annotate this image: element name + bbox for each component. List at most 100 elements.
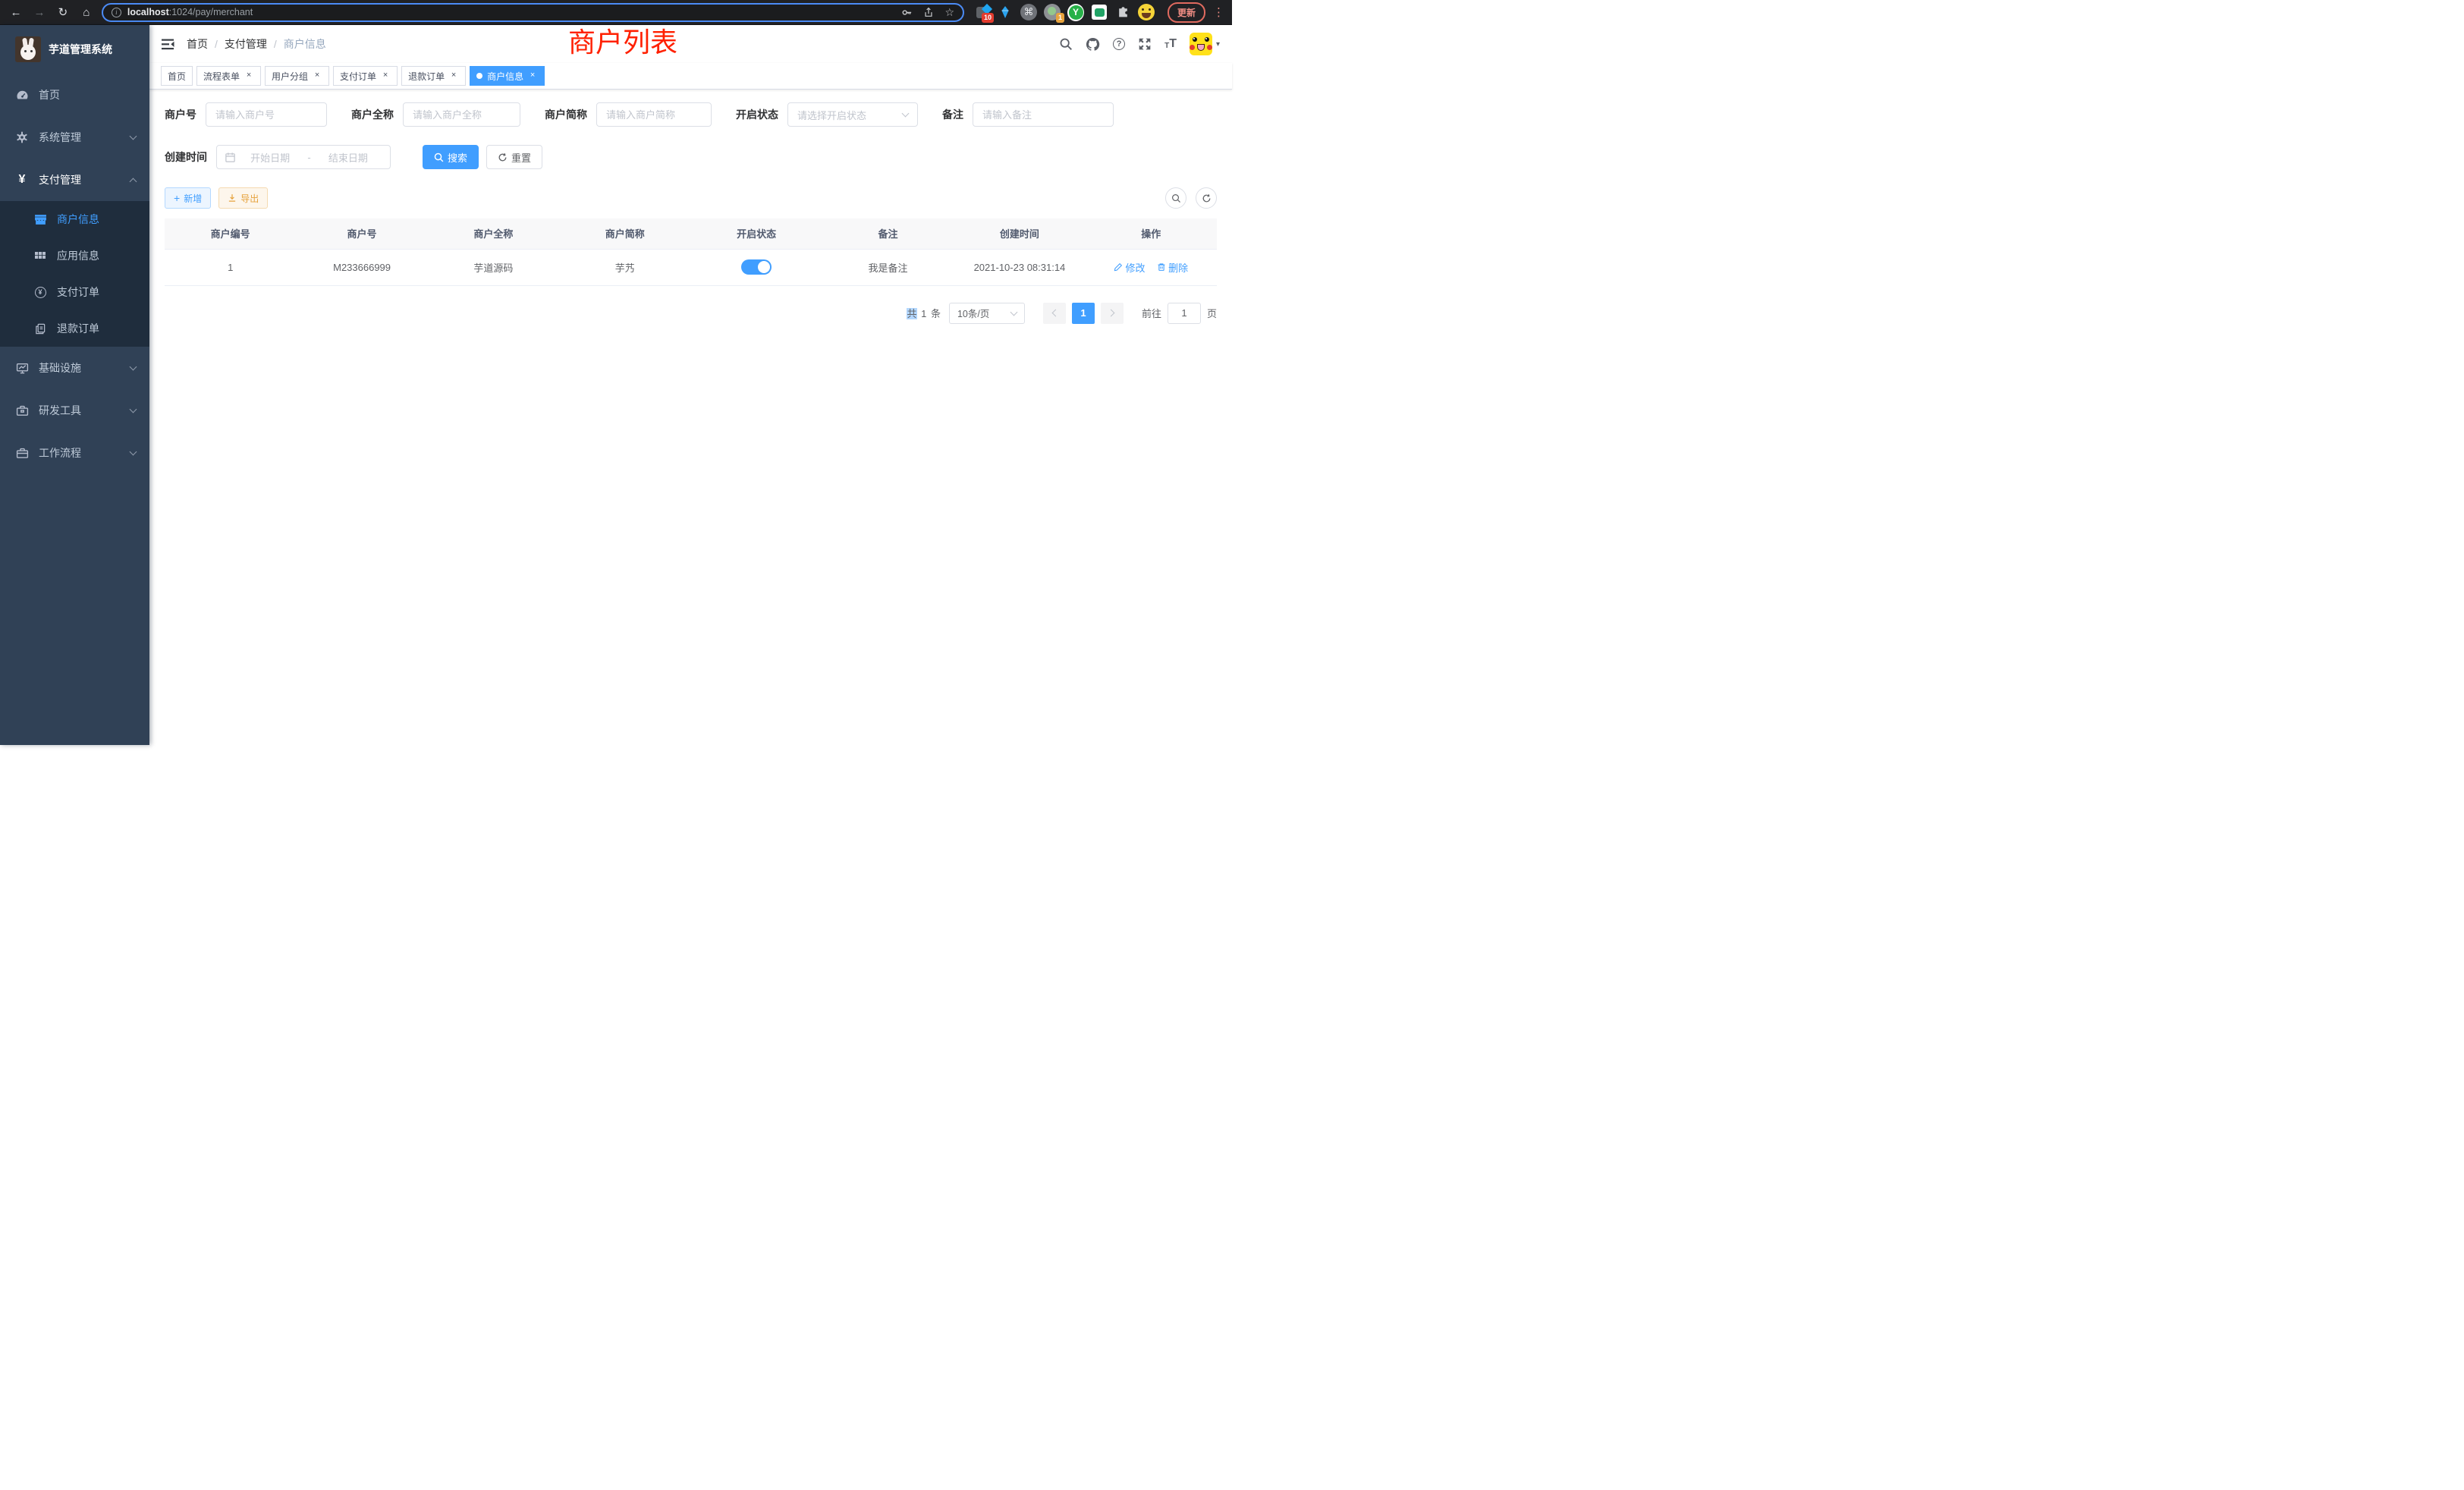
extension-gray-circle-icon[interactable]: 1	[1044, 4, 1061, 20]
extension-gem-icon[interactable]	[997, 4, 1014, 20]
toolbox-icon	[15, 404, 29, 417]
end-date-placeholder: 结束日期	[314, 150, 382, 165]
close-icon[interactable]: ×	[448, 71, 459, 81]
password-key-icon[interactable]	[901, 7, 913, 18]
close-icon[interactable]: ×	[380, 71, 391, 81]
sidebar-subitem-merchant-info[interactable]: 商户信息	[0, 201, 149, 237]
full-name-input[interactable]	[403, 102, 520, 127]
breadcrumb-payment-management[interactable]: 支付管理	[225, 36, 267, 52]
goto-label: 前往	[1142, 306, 1161, 320]
next-page-button[interactable]	[1101, 303, 1124, 324]
address-bar[interactable]: i localhost:1024/pay/merchant ☆	[102, 3, 964, 22]
start-date-placeholder: 开始日期	[236, 150, 304, 165]
show-search-button[interactable]	[1165, 187, 1186, 209]
filter-remark: 备注	[942, 102, 1114, 127]
extensions-puzzle-icon[interactable]	[1114, 4, 1131, 20]
chrome-update-button[interactable]: 更新	[1168, 2, 1205, 23]
sidebar-item-home[interactable]: 首页	[0, 74, 149, 116]
browser-forward-button[interactable]: →	[31, 4, 48, 20]
filter-full-name: 商户全称	[351, 102, 520, 127]
chevron-left-icon	[1052, 310, 1060, 317]
user-avatar[interactable]	[1190, 33, 1212, 55]
goto-page: 前往 页	[1142, 303, 1217, 324]
fullscreen-icon[interactable]	[1138, 37, 1152, 51]
sidebar-menu: 首页 系统管理 ¥ 支付管理 商户信息	[0, 74, 149, 474]
monitor-chart-icon	[15, 362, 29, 375]
tab-merchant-info[interactable]: 商户信息 ×	[470, 66, 545, 86]
page-unit-label: 页	[1207, 306, 1217, 320]
sidebar-item-system-management[interactable]: 系统管理	[0, 116, 149, 159]
url-host: localhost	[127, 7, 169, 17]
tab-user-group[interactable]: 用户分组 ×	[265, 66, 329, 86]
merchant-no-input[interactable]	[206, 102, 327, 127]
short-name-input[interactable]	[596, 102, 712, 127]
close-icon[interactable]: ×	[527, 71, 538, 81]
active-tab-dot	[476, 73, 482, 79]
status-toggle[interactable]	[741, 259, 772, 275]
rabbit-logo-image	[15, 36, 41, 62]
sidebar-item-infrastructure[interactable]: 基础设施	[0, 347, 149, 389]
sidebar-item-dev-tools[interactable]: 研发工具	[0, 389, 149, 432]
sidebar-item-payment-management[interactable]: ¥ 支付管理	[0, 159, 149, 201]
download-icon	[228, 193, 237, 203]
github-icon[interactable]	[1086, 37, 1100, 52]
site-info-icon[interactable]: i	[112, 8, 121, 17]
date-range-input[interactable]: 开始日期 - 结束日期	[216, 145, 391, 169]
app-frame: 芋道管理系统 首页 系统管理 ¥ 支付管理	[0, 25, 1232, 745]
store-icon	[33, 213, 47, 226]
column-short-name: 商户简称	[559, 218, 690, 249]
close-icon[interactable]: ×	[312, 71, 322, 81]
extension-chat-icon[interactable]	[1091, 4, 1108, 20]
filter-row-1: 商户号 商户全称 商户简称 开启状态 请选择开启状态	[165, 102, 1217, 127]
bookmark-star-icon[interactable]: ☆	[944, 6, 954, 19]
app-logo[interactable]: 芋道管理系统	[0, 25, 149, 66]
share-icon[interactable]	[923, 7, 934, 18]
tab-home[interactable]: 首页	[161, 66, 193, 86]
avatar-caret-icon[interactable]: ▾	[1216, 40, 1220, 49]
column-create-time: 创建时间	[954, 218, 1085, 249]
sidebar-subitem-pay-order[interactable]: ¥ 支付订单	[0, 274, 149, 310]
column-remark: 备注	[822, 218, 954, 249]
browser-menu-icon[interactable]: ⋮	[1213, 5, 1224, 19]
extension-y-icon[interactable]: Y	[1067, 4, 1084, 20]
close-icon[interactable]: ×	[244, 71, 254, 81]
page-1-button[interactable]: 1	[1072, 303, 1095, 324]
goto-page-input[interactable]	[1168, 303, 1201, 324]
merchant-table: 商户编号 商户号 商户全称 商户简称 开启状态 备注 创建时间 操作 1 M23…	[165, 218, 1217, 286]
browser-home-button[interactable]: ⌂	[78, 4, 95, 20]
browser-back-button[interactable]: ←	[8, 4, 24, 20]
remark-input[interactable]	[973, 102, 1114, 127]
sidebar-subitem-refund-order[interactable]: 退款订单	[0, 310, 149, 347]
header-search-icon[interactable]	[1059, 37, 1073, 51]
cell-status	[691, 249, 822, 285]
tab-pay-order[interactable]: 支付订单 ×	[333, 66, 398, 86]
refresh-table-button[interactable]	[1196, 187, 1217, 209]
delete-link[interactable]: 删除	[1157, 260, 1188, 275]
sidebar-subitem-app-info[interactable]: 应用信息	[0, 237, 149, 274]
status-select[interactable]: 请选择开启状态	[787, 102, 918, 127]
total-count: 共 1 条	[907, 306, 941, 320]
page-size-select[interactable]: 10条/页	[949, 303, 1025, 324]
extension-command-icon[interactable]: ⌘	[1020, 4, 1037, 20]
extension-blue-diamond-icon[interactable]: 10	[973, 4, 990, 20]
cell-merchant-id: 1	[165, 249, 296, 285]
search-button[interactable]: 搜索	[423, 145, 479, 169]
tab-refund-order[interactable]: 退款订单 ×	[401, 66, 466, 86]
browser-reload-button[interactable]: ↻	[55, 4, 71, 20]
sidebar-fold-icon[interactable]	[162, 39, 174, 50]
breadcrumb: 首页 / 支付管理 / 商户信息	[187, 36, 326, 52]
help-icon[interactable]: ?	[1113, 38, 1125, 50]
tab-process-form[interactable]: 流程表单 ×	[196, 66, 261, 86]
prev-page-button[interactable]	[1043, 303, 1066, 324]
add-button[interactable]: + 新增	[165, 187, 211, 209]
edit-link[interactable]: 修改	[1114, 260, 1145, 275]
grid-icon	[33, 250, 47, 262]
filter-merchant-no: 商户号	[165, 102, 327, 127]
refresh-icon	[498, 152, 508, 162]
font-size-icon[interactable]: TT	[1164, 38, 1177, 50]
sidebar-item-workflow[interactable]: 工作流程	[0, 432, 149, 474]
export-button[interactable]: 导出	[218, 187, 268, 209]
breadcrumb-home[interactable]: 首页	[187, 36, 208, 52]
extension-emoji-icon[interactable]	[1138, 4, 1155, 20]
reset-button[interactable]: 重置	[486, 145, 542, 169]
